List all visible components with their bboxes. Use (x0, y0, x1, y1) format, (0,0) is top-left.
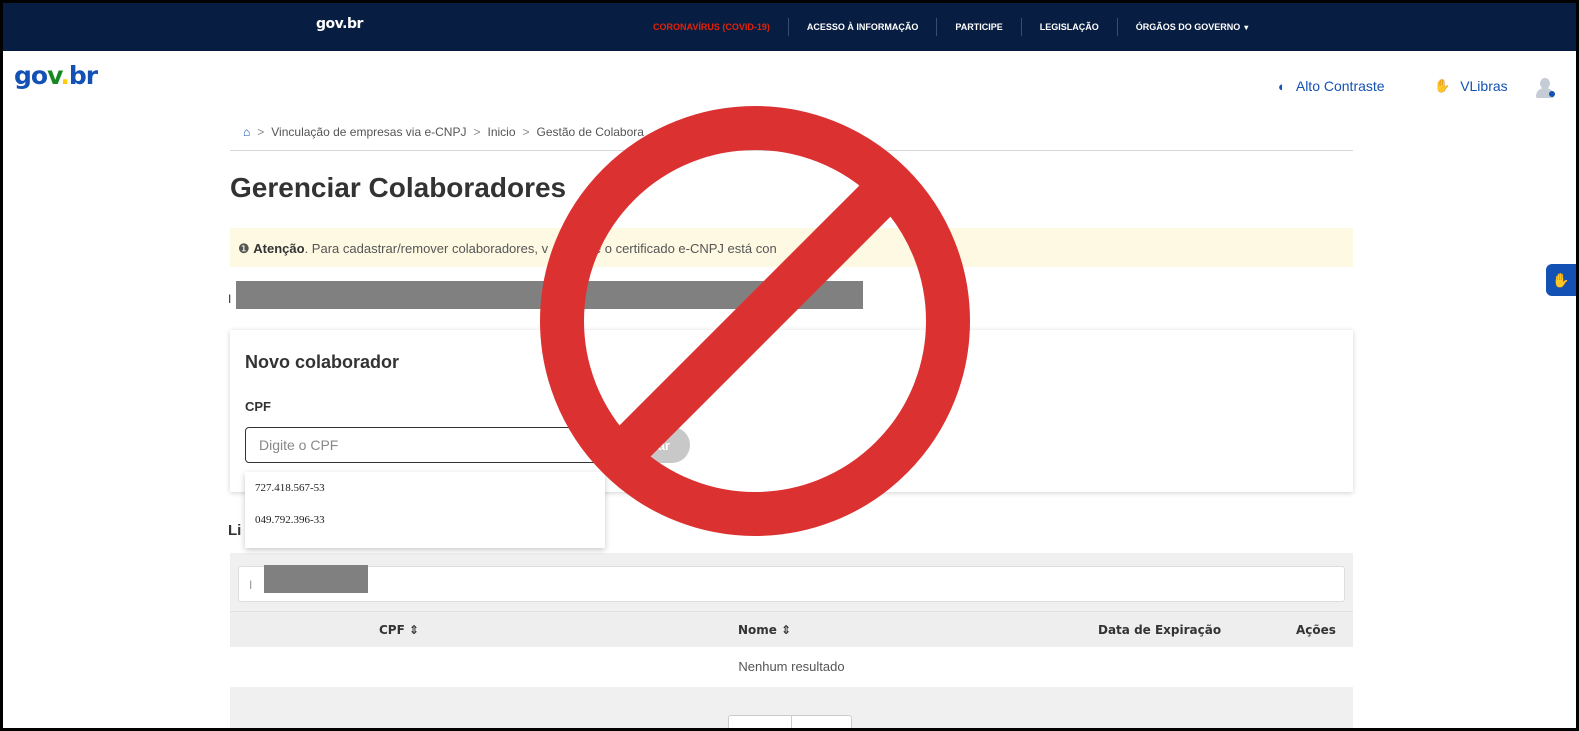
breadcrumb-separator: > (257, 125, 265, 139)
half-circle-icon: ◐ (1278, 78, 1286, 94)
user-avatar-icon[interactable] (1535, 78, 1555, 100)
page-title: Gerenciar Colaboradores (230, 172, 567, 203)
redacted-filter-text (264, 565, 368, 593)
vlibras-label: VLibras (1460, 78, 1508, 94)
topnav-link-covid[interactable]: CORONAVÍRUS (COVID-19) (653, 18, 789, 36)
redacted-prefix: I (228, 292, 232, 306)
pagination[interactable] (728, 715, 852, 731)
list-title: Li (228, 522, 242, 539)
column-header-nome[interactable]: Nome ⇕ (738, 623, 791, 637)
prohibited-sign-overlay (540, 106, 970, 536)
breadcrumb-separator: > (473, 125, 481, 139)
topnav-link-acesso-informacao[interactable]: ACESSO À INFORMAÇÃO (789, 18, 938, 36)
card-title: Novo colaborador (245, 352, 400, 372)
contrast-label: Alto Contraste (1295, 78, 1385, 94)
table-filter-input[interactable]: I (238, 565, 1345, 602)
topnav-link-legislacao[interactable]: LEGISLAÇÃO (1022, 18, 1118, 36)
info-icon: ❶ (238, 241, 254, 256)
topnav-link-participe[interactable]: PARTICIPE (937, 18, 1022, 36)
vlibras-button[interactable]: ✋ VLibras (1434, 78, 1508, 94)
column-header-acoes: Ações (1296, 623, 1336, 637)
high-contrast-toggle[interactable]: ◐ Alto Contraste (1278, 78, 1385, 94)
topbar-logo[interactable]: gov.br (316, 16, 363, 32)
site-header: gov.br ◐ Alto Contraste ✋ VLibras (3, 51, 1576, 101)
column-header-cpf[interactable]: CPF ⇕ (379, 623, 419, 637)
accessibility-widget-button[interactable]: ✋ (1546, 264, 1576, 296)
table-header: CPF ⇕ Nome ⇕ Data de Expiração Ações (230, 611, 1353, 647)
collaborators-table: I CPF ⇕ Nome ⇕ Data de Expiração Ações N… (230, 553, 1353, 731)
topbar-nav: CORONAVÍRUS (COVID-19) ACESSO À INFORMAÇ… (653, 3, 1266, 51)
filter-prefix: I (249, 578, 253, 592)
home-icon[interactable]: ⌂ (243, 125, 250, 139)
govbr-logo[interactable]: gov.br (14, 61, 98, 90)
cpf-label: CPF (245, 399, 271, 414)
breadcrumb-separator: > (522, 125, 530, 139)
hand-icon: ✋ (1552, 271, 1570, 288)
alert-text: . Para cadastrar/remover colaboradores, … (304, 241, 549, 256)
topnav-orgaos-label: ÓRGÃOS DO GOVERNO (1135, 21, 1241, 32)
topnav-link-orgaos[interactable]: ÓRGÃOS DO GOVERNO ▾ (1118, 18, 1267, 37)
breadcrumb-item-inicio[interactable]: Inicio (488, 125, 516, 139)
gov-top-bar: gov.br CORONAVÍRUS (COVID-19) ACESSO À I… (3, 3, 1576, 51)
column-header-data-expiracao: Data de Expiração (1098, 623, 1222, 637)
breadcrumb-item-vinculacao[interactable]: Vinculação de empresas via e-CNPJ (271, 125, 466, 139)
chevron-down-icon: ▾ (1244, 22, 1249, 32)
empty-result-row: Nenhum resultado (230, 647, 1353, 687)
alert-strong: Atenção (253, 241, 305, 256)
hand-icon: ✋ (1434, 78, 1451, 93)
